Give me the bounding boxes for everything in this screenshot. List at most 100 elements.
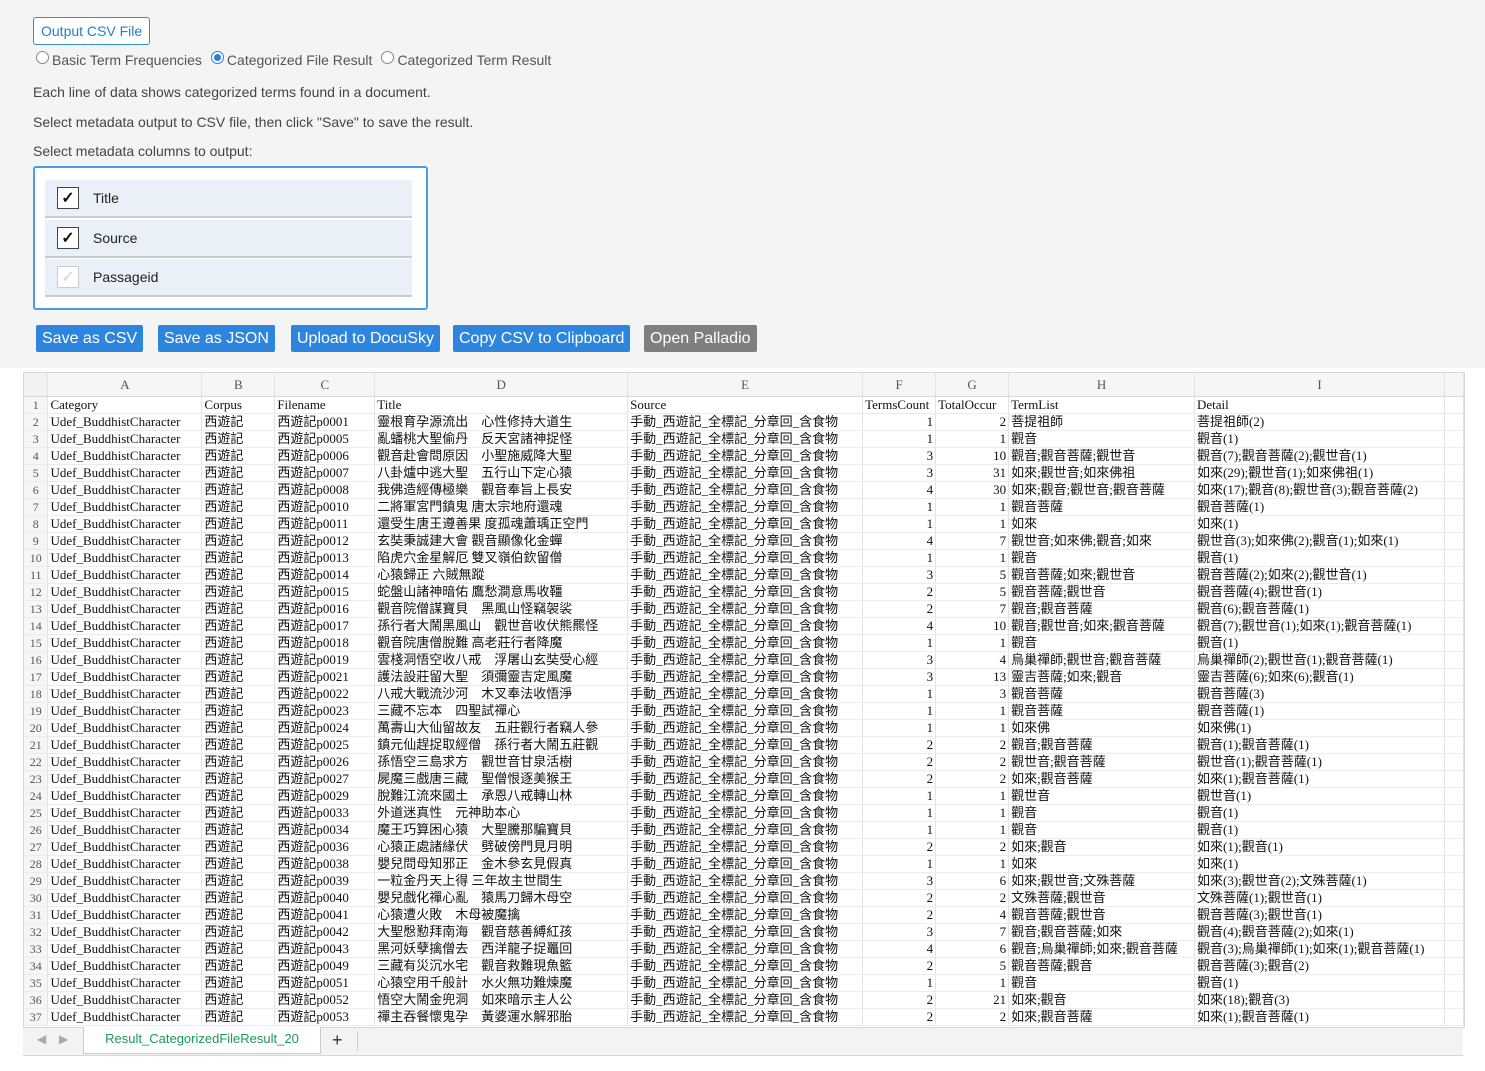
table-cell[interactable]: 西遊記 xyxy=(201,974,276,992)
row-number[interactable]: 14 xyxy=(24,617,49,635)
table-cell[interactable]: 1 xyxy=(862,855,937,873)
table-cell-empty[interactable] xyxy=(1444,872,1464,890)
row-number[interactable]: 3 xyxy=(24,430,49,448)
table-cell[interactable]: 西遊記 xyxy=(201,906,276,924)
table-cell[interactable]: 西遊記 xyxy=(201,821,276,839)
table-cell[interactable]: 西遊記p0024 xyxy=(274,719,376,737)
table-cell[interactable]: 靈吉菩薩;如來;觀音 xyxy=(1008,668,1196,686)
table-cell[interactable]: 13 xyxy=(935,668,1010,686)
table-cell[interactable]: 陷虎穴金星解厄 雙叉嶺伯欽留僧 xyxy=(374,549,629,567)
metadata-option-title[interactable]: ✓ Title xyxy=(45,180,412,218)
table-cell[interactable]: 西遊記 xyxy=(201,940,276,958)
table-cell[interactable]: 2 xyxy=(862,889,937,907)
table-cell[interactable]: 西遊記 xyxy=(201,838,276,856)
table-cell[interactable]: 21 xyxy=(935,991,1010,1009)
table-cell-empty[interactable] xyxy=(1444,821,1464,839)
table-cell[interactable]: 手動_西遊記_全標記_分章回_含食物 xyxy=(627,702,864,720)
table-cell[interactable]: Udef_BuddhistCharacter xyxy=(47,787,203,805)
table-cell[interactable]: 1 xyxy=(862,804,937,822)
select-all-corner[interactable] xyxy=(24,373,49,397)
table-cell-empty[interactable] xyxy=(1444,719,1464,737)
table-cell-empty[interactable] xyxy=(1444,906,1464,924)
table-cell[interactable]: 魔王巧算困心猿 大聖騰那騙寶貝 xyxy=(374,821,629,839)
table-cell[interactable]: 西遊記p0013 xyxy=(274,549,376,567)
table-cell[interactable]: Udef_BuddhistCharacter xyxy=(47,906,203,924)
table-cell[interactable]: 2 xyxy=(935,889,1010,907)
table-cell[interactable]: 西遊記 xyxy=(201,498,276,516)
table-cell[interactable]: 西遊記p0051 xyxy=(274,974,376,992)
table-cell[interactable]: 悟空大鬧金兜洞 如來暗示主人公 xyxy=(374,991,629,1009)
table-cell[interactable]: 手動_西遊記_全標記_分章回_含食物 xyxy=(627,464,864,482)
table-cell[interactable]: 3 xyxy=(862,464,937,482)
row-number[interactable]: 17 xyxy=(24,668,49,686)
row-number[interactable]: 16 xyxy=(24,651,49,669)
table-cell[interactable]: 觀音(1) xyxy=(1194,821,1445,839)
table-cell[interactable]: 觀音菩薩(1) xyxy=(1194,702,1445,720)
table-cell[interactable]: Source xyxy=(627,396,864,414)
table-cell[interactable]: Udef_BuddhistCharacter xyxy=(47,736,203,754)
table-cell[interactable]: 觀音(4);觀音菩薩(2);如來(1) xyxy=(1194,923,1445,941)
row-number[interactable]: 37 xyxy=(24,1008,49,1026)
table-cell-empty[interactable] xyxy=(1444,532,1464,550)
table-cell-empty[interactable] xyxy=(1444,736,1464,754)
table-cell[interactable]: 手動_西遊記_全標記_分章回_含食物 xyxy=(627,770,864,788)
table-cell[interactable]: 西遊記p0010 xyxy=(274,498,376,516)
table-cell[interactable]: 手動_西遊記_全標記_分章回_含食物 xyxy=(627,855,864,873)
prev-sheet-icon[interactable]: ◀ xyxy=(37,1032,46,1046)
table-cell[interactable]: 文殊菩薩(1);觀世音(1) xyxy=(1194,889,1445,907)
table-cell[interactable]: 黑河妖孽擒僧去 西洋龍子捉鼉回 xyxy=(374,940,629,958)
table-cell[interactable]: 觀音(1) xyxy=(1194,430,1445,448)
add-sheet-icon[interactable]: + xyxy=(332,1030,343,1051)
table-cell[interactable]: 2 xyxy=(935,838,1010,856)
table-cell[interactable]: 2 xyxy=(862,957,937,975)
table-cell[interactable]: Udef_BuddhistCharacter xyxy=(47,838,203,856)
table-cell[interactable]: 1 xyxy=(862,719,937,737)
table-cell[interactable]: 西遊記p0039 xyxy=(274,872,376,890)
table-cell[interactable]: 嬰兒問母知邪正 金木參玄見假真 xyxy=(374,855,629,873)
table-cell[interactable]: 手動_西遊記_全標記_分章回_含食物 xyxy=(627,906,864,924)
table-cell[interactable]: 八戒大戰流沙河 木叉奉法收悟淨 xyxy=(374,685,629,703)
table-cell[interactable]: 2 xyxy=(935,770,1010,788)
table-cell[interactable]: 手動_西遊記_全標記_分章回_含食物 xyxy=(627,549,864,567)
table-cell[interactable]: Title xyxy=(374,396,629,414)
table-cell[interactable]: 6 xyxy=(935,940,1010,958)
table-cell[interactable]: 西遊記 xyxy=(201,447,276,465)
table-cell[interactable]: 2 xyxy=(862,753,937,771)
table-cell[interactable]: 如來(1);觀音菩薩(1) xyxy=(1194,770,1445,788)
table-cell[interactable]: 西遊記 xyxy=(201,702,276,720)
radio-categorized-file-result[interactable]: Categorized File Result xyxy=(210,50,372,68)
table-cell[interactable]: Udef_BuddhistCharacter xyxy=(47,872,203,890)
table-cell[interactable]: 1 xyxy=(935,634,1010,652)
table-cell[interactable]: 手動_西遊記_全標記_分章回_含食物 xyxy=(627,957,864,975)
table-cell[interactable]: 手動_西遊記_全標記_分章回_含食物 xyxy=(627,583,864,601)
table-cell[interactable]: 如來;觀音 xyxy=(1008,838,1196,856)
table-cell[interactable]: 手動_西遊記_全標記_分章回_含食物 xyxy=(627,872,864,890)
table-cell[interactable]: 手動_西遊記_全標記_分章回_含食物 xyxy=(627,753,864,771)
table-cell[interactable]: 三藏有災沉水宅 觀音救難現魚籃 xyxy=(374,957,629,975)
table-cell[interactable]: Udef_BuddhistCharacter xyxy=(47,889,203,907)
table-cell[interactable]: 西遊記 xyxy=(201,583,276,601)
row-number[interactable]: 26 xyxy=(24,821,49,839)
table-cell[interactable]: 護法設莊留大聖 須彌靈吉定風魔 xyxy=(374,668,629,686)
table-cell[interactable]: 6 xyxy=(935,872,1010,890)
table-cell-empty[interactable] xyxy=(1444,549,1464,567)
row-number[interactable]: 12 xyxy=(24,583,49,601)
table-cell-empty[interactable] xyxy=(1444,447,1464,465)
table-cell[interactable]: 5 xyxy=(935,957,1010,975)
table-cell[interactable]: 西遊記 xyxy=(201,617,276,635)
table-cell[interactable]: 2 xyxy=(862,583,937,601)
table-cell[interactable]: 如來(18);觀音(3) xyxy=(1194,991,1445,1009)
table-cell[interactable]: Udef_BuddhistCharacter xyxy=(47,583,203,601)
table-cell[interactable]: 菩提祖師 xyxy=(1008,413,1196,431)
spreadsheet-grid[interactable]: ABCDEFGHI 1 Category Corpus Filename Title So… xyxy=(23,372,1465,1028)
table-cell[interactable]: 觀音菩薩 xyxy=(1008,702,1196,720)
table-cell[interactable]: Udef_BuddhistCharacter xyxy=(47,464,203,482)
table-cell-empty[interactable] xyxy=(1444,583,1464,601)
table-cell[interactable]: 手動_西遊記_全標記_分章回_含食物 xyxy=(627,668,864,686)
table-cell[interactable]: 觀音(1);觀音菩薩(1) xyxy=(1194,736,1445,754)
table-cell[interactable]: 手動_西遊記_全標記_分章回_含食物 xyxy=(627,974,864,992)
table-cell[interactable]: 西遊記p0040 xyxy=(274,889,376,907)
row-number[interactable]: 21 xyxy=(24,736,49,754)
table-cell[interactable]: 禪主吞餐懷鬼孕 黃婆運水解邪胎 xyxy=(374,1008,629,1026)
table-cell-empty[interactable] xyxy=(1444,685,1464,703)
